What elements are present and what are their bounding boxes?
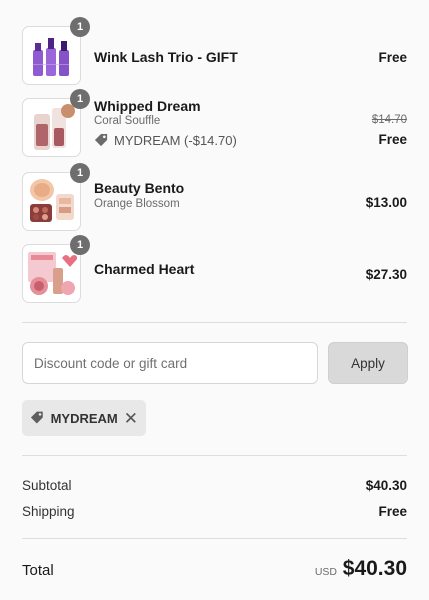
tag-icon — [30, 411, 43, 424]
applied-discount-line: MYDREAM (-$14.70) — [94, 133, 237, 148]
line-item: 1 Whipped Dream Coral Souffle MYDREAM (-… — [22, 89, 407, 158]
divider — [22, 538, 407, 539]
product-price: $13.00 — [365, 195, 407, 210]
product-name: Beauty Bento — [94, 180, 185, 196]
palette-icon — [30, 179, 74, 222]
subtotal-label: Subtotal — [22, 478, 72, 493]
line-item: 1 Wink Lash Trio - GIFT Free — [22, 17, 407, 86]
tag-icon — [94, 133, 108, 147]
product-name: Whipped Dream — [94, 98, 201, 114]
product-price: $27.30 — [365, 267, 407, 282]
line-item: 1 Beauty Bento Orange Blossom $13.00 — [22, 163, 407, 232]
apply-button[interactable]: Apply — [328, 342, 408, 384]
subtotal-value: $40.30 — [365, 478, 407, 493]
total-value: $40.30 — [342, 557, 407, 580]
product-thumbnail: 1 — [22, 89, 90, 157]
lip-tint-icon — [34, 104, 75, 150]
product-price: Free — [378, 50, 407, 65]
quantity-badge: 1 — [70, 89, 90, 109]
total-label: Total — [22, 562, 54, 579]
total-currency: USD — [314, 566, 337, 578]
product-thumbnail: 1 — [22, 163, 90, 231]
applied-code-label: MYDREAM — [50, 410, 118, 426]
quantity-badge: 1 — [70, 17, 90, 37]
discount-code-input[interactable] — [22, 342, 318, 384]
quantity-badge: 1 — [70, 235, 90, 255]
original-price: $14.70 — [371, 114, 407, 126]
line-item: 1 Charmed Heart $27.30 — [22, 235, 407, 304]
product-thumbnail: 1 — [22, 235, 90, 303]
product-thumbnail: 1 — [22, 17, 90, 85]
product-variant: Orange Blossom — [94, 198, 180, 210]
shipping-label: Shipping — [22, 504, 75, 519]
discount-label: MYDREAM (-$14.70) — [114, 133, 237, 148]
quantity-badge: 1 — [70, 163, 90, 183]
divider — [22, 322, 407, 323]
shipping-value: Free — [378, 504, 407, 519]
product-price: Free — [378, 132, 407, 147]
gift-set-icon — [28, 252, 77, 295]
lash-tubes-icon — [33, 38, 69, 76]
divider — [22, 455, 407, 456]
product-name: Wink Lash Trio - GIFT — [94, 49, 238, 65]
product-variant: Coral Souffle — [94, 115, 161, 127]
remove-code-icon[interactable]: ✕ — [124, 410, 138, 427]
product-name: Charmed Heart — [94, 261, 195, 277]
applied-code-chip: MYDREAM ✕ — [22, 400, 146, 436]
